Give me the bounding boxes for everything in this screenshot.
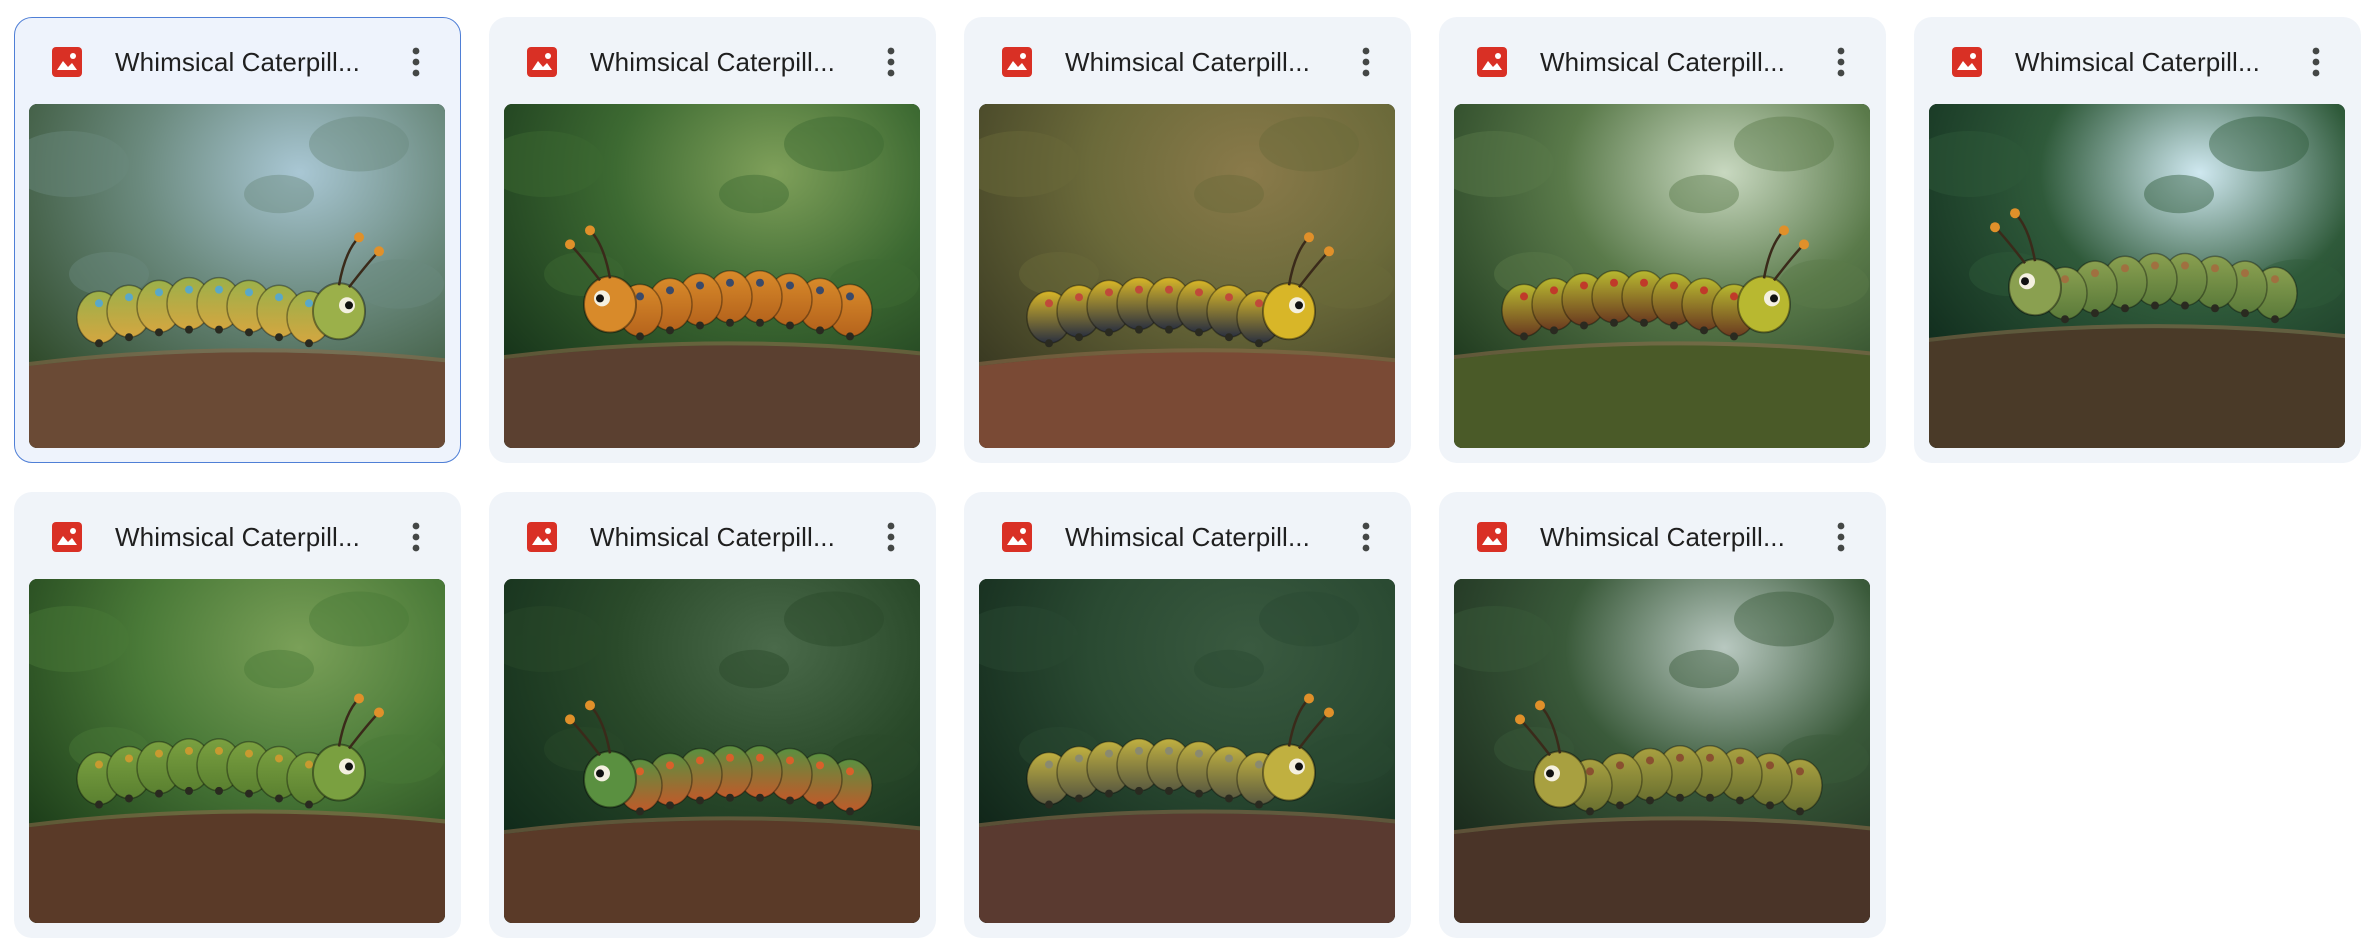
file-title: Whimsical Caterpill... [2015,47,2260,77]
more-actions-button[interactable] [1819,40,1863,84]
file-card[interactable]: Whimsical Caterpill... [1914,17,2361,463]
file-card-header: Whimsical Caterpill... [965,18,1410,104]
file-title: Whimsical Caterpill... [590,47,835,77]
image-file-icon [1476,46,1508,78]
caterpillar-image [504,104,920,448]
file-title: Whimsical Caterpill... [1540,522,1785,552]
caterpillar-image [29,579,445,923]
file-card-header: Whimsical Caterpill... [1440,493,1885,579]
caterpillar-image [979,579,1395,923]
file-thumbnail[interactable] [1454,104,1870,448]
more-actions-button[interactable] [1819,515,1863,559]
more-vert-icon [887,522,895,552]
more-vert-icon [1362,47,1370,77]
file-card[interactable]: Whimsical Caterpill... [964,17,1411,463]
more-vert-icon [1837,47,1845,77]
image-file-icon [526,521,558,553]
more-vert-icon [1362,522,1370,552]
file-card-header: Whimsical Caterpill... [15,18,460,104]
file-thumbnail[interactable] [29,579,445,923]
file-card-header: Whimsical Caterpill... [15,493,460,579]
file-card[interactable]: Whimsical Caterpill... [489,492,936,938]
more-vert-icon [887,47,895,77]
image-file-icon [1001,46,1033,78]
caterpillar-image [29,104,445,448]
branch [29,813,445,923]
image-file-icon [1001,521,1033,553]
caterpillar-image [1929,104,2345,448]
file-card-header: Whimsical Caterpill... [490,493,935,579]
file-grid: Whimsical Caterpill... Whimsical Caterpil… [14,17,2361,938]
file-card-header: Whimsical Caterpill... [490,18,935,104]
branch [29,352,445,448]
caterpillar-image [1454,104,1870,448]
file-card[interactable]: Whimsical Caterpill... [1439,492,1886,938]
more-actions-button[interactable] [394,40,438,84]
file-title: Whimsical Caterpill... [1065,522,1310,552]
caterpillar-image [1454,579,1870,923]
image-file-icon [1476,521,1508,553]
file-title: Whimsical Caterpill... [590,522,835,552]
file-card-header: Whimsical Caterpill... [1915,18,2360,104]
file-thumbnail[interactable] [979,104,1395,448]
branch [504,820,920,923]
more-actions-button[interactable] [1344,515,1388,559]
file-card[interactable]: Whimsical Caterpill... [489,17,936,463]
image-file-icon [51,521,83,553]
file-card[interactable]: Whimsical Caterpill... [1439,17,1886,463]
more-actions-button[interactable] [869,515,913,559]
file-card-header: Whimsical Caterpill... [965,493,1410,579]
file-card[interactable]: Whimsical Caterpill... [14,492,461,938]
file-title: Whimsical Caterpill... [115,47,360,77]
more-vert-icon [2312,47,2320,77]
more-actions-button[interactable] [2294,40,2338,84]
more-vert-icon [412,47,420,77]
file-card[interactable]: Whimsical Caterpill... [964,492,1411,938]
file-title: Whimsical Caterpill... [115,522,360,552]
file-thumbnail[interactable] [1929,104,2345,448]
file-card[interactable]: Whimsical Caterpill... [14,17,461,463]
branch [1454,820,1870,923]
branch [1929,328,2345,448]
file-thumbnail[interactable] [29,104,445,448]
more-vert-icon [412,522,420,552]
file-thumbnail[interactable] [504,104,920,448]
file-title: Whimsical Caterpill... [1065,47,1310,77]
more-actions-button[interactable] [394,515,438,559]
file-thumbnail[interactable] [504,579,920,923]
branch [1454,345,1870,448]
file-thumbnail[interactable] [979,579,1395,923]
image-file-icon [51,46,83,78]
image-file-icon [526,46,558,78]
file-card-header: Whimsical Caterpill... [1440,18,1885,104]
file-title: Whimsical Caterpill... [1540,47,1785,77]
branch [979,813,1395,923]
caterpillar-image [504,579,920,923]
branch [504,345,920,448]
caterpillar-image [979,104,1395,448]
more-actions-button[interactable] [1344,40,1388,84]
image-file-icon [1951,46,1983,78]
file-thumbnail[interactable] [1454,579,1870,923]
branch [979,352,1395,448]
more-vert-icon [1837,522,1845,552]
more-actions-button[interactable] [869,40,913,84]
